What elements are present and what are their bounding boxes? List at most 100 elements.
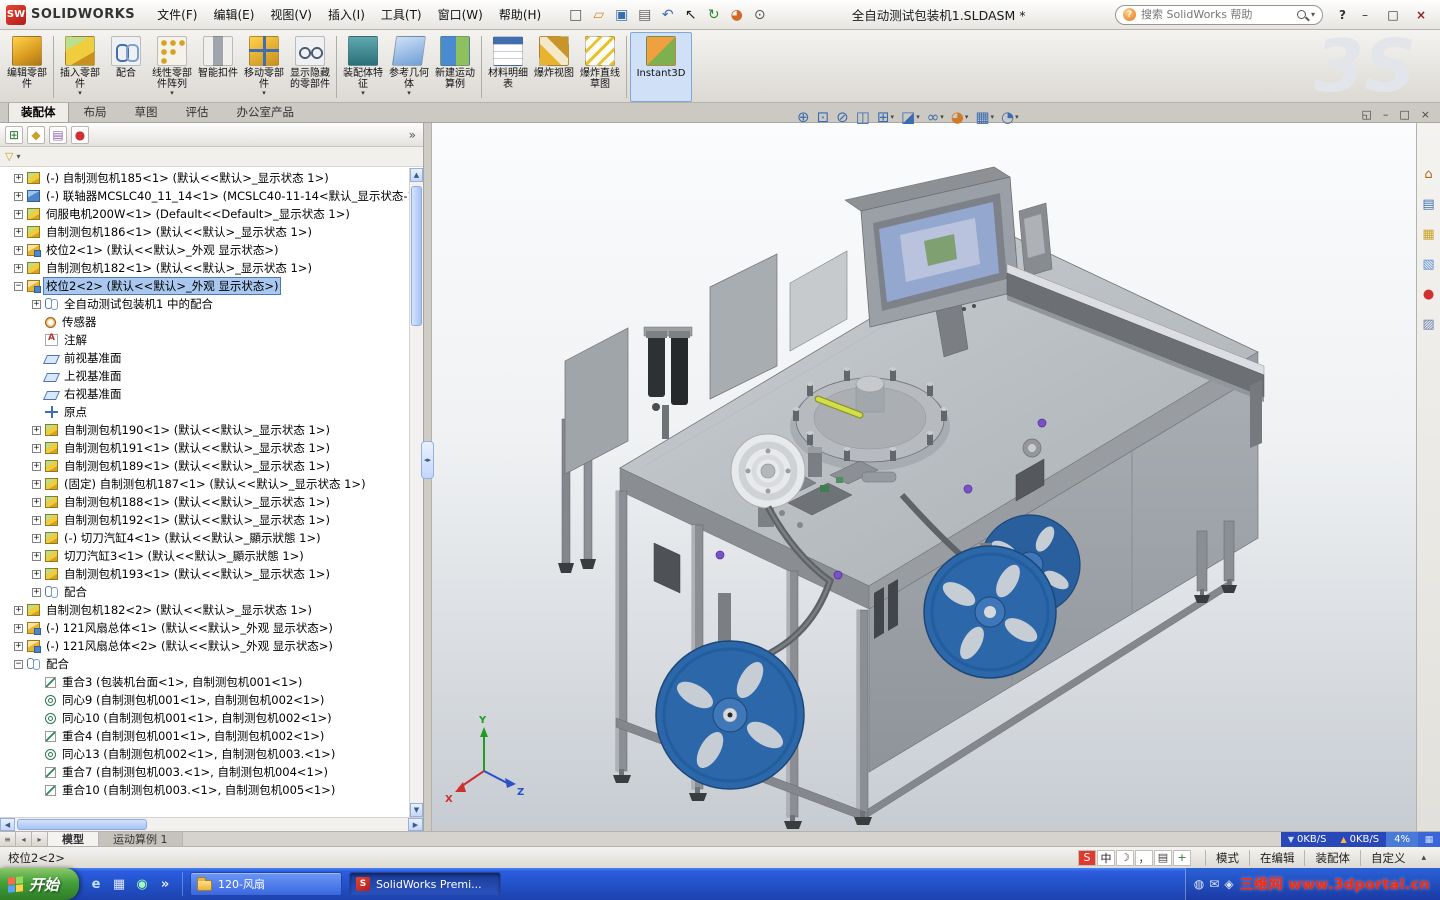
linear-component-pattern-button[interactable]: 线性零部件阵列 ▾ xyxy=(149,32,195,102)
view-palette-icon[interactable]: ▧ xyxy=(1420,255,1438,273)
study-tab-模型[interactable]: 模型 xyxy=(48,832,99,846)
tree-item[interactable]: 上视基准面 xyxy=(2,367,423,385)
scroll-thumb[interactable] xyxy=(17,819,147,830)
tree-item[interactable]: 同心9 (自制测包机001<1>, 自制测包机002<1>) xyxy=(2,691,423,709)
tree-vertical-scrollbar[interactable]: ▲ ▼ xyxy=(409,168,423,817)
apply-scene-icon[interactable]: ▦ ▾ xyxy=(973,108,996,126)
tree-item[interactable]: 前视基准面 xyxy=(2,349,423,367)
appearances-icon[interactable]: ● xyxy=(1420,285,1438,303)
tree-item[interactable]: 同心13 (自制测包机002<1>, 自制测包机003.<1>) xyxy=(2,745,423,763)
expand-toggle-icon[interactable]: + xyxy=(32,515,41,525)
view-split-button[interactable]: ▸ xyxy=(32,832,48,846)
tree-item[interactable]: 重合10 (自制测包机003.<1>, 自制测包机005<1>) xyxy=(2,781,423,799)
splitter-handle-icon[interactable]: ◂▸ xyxy=(421,441,434,479)
save-icon[interactable]: ▣ xyxy=(611,5,632,25)
ime-icon[interactable]: ▤ xyxy=(1153,849,1172,866)
display-style-icon[interactable]: ◪ ▾ xyxy=(899,108,922,126)
show-desktop-icon[interactable]: ▦ xyxy=(110,875,128,893)
tree-item[interactable]: + 自制测包机182<1> (默认<<默认>_显示状态 1>) xyxy=(2,259,423,277)
tree-item[interactable]: 传感器 xyxy=(2,313,423,331)
dropdown-arrow-icon[interactable]: ▾ xyxy=(991,113,995,121)
maximize-button[interactable]: □ xyxy=(1382,6,1404,24)
media-player-icon[interactable]: ◉ xyxy=(133,875,151,893)
custom-properties-icon[interactable]: ▨ xyxy=(1420,315,1438,333)
tree-item[interactable]: 重合3 (包装机台面<1>, 自制测包机001<1>) xyxy=(2,673,423,691)
statusbar-expand-icon[interactable]: ▴ xyxy=(1415,853,1432,863)
undo-icon[interactable]: ↶ xyxy=(657,5,678,25)
dropdown-arrow-icon[interactable]: ▾ xyxy=(916,113,920,121)
new-document-icon[interactable]: □ xyxy=(565,5,586,25)
hide-show-items-icon[interactable]: ∞ ▾ xyxy=(925,108,946,126)
tray-icon[interactable]: ◈ xyxy=(1224,877,1233,891)
search-box[interactable]: ? ▾ xyxy=(1115,4,1324,25)
tree-item[interactable]: + 自制测包机191<1> (默认<<默认>_显示状态 1>) xyxy=(2,439,423,457)
scroll-thumb[interactable] xyxy=(411,186,422,326)
displaymanager-icon[interactable]: ● xyxy=(71,125,89,144)
tree-item[interactable]: + (-) 联轴器MCSLC40_11_14<1> (MCSLC40-11-14<… xyxy=(2,187,423,205)
tree-item[interactable]: + 自制测包机188<1> (默认<<默认>_显示状态 1>) xyxy=(2,493,423,511)
ie-icon[interactable]: e xyxy=(87,875,105,893)
expand-toggle-icon[interactable]: + xyxy=(32,587,41,597)
folder-window-button[interactable]: 120-风扇 xyxy=(190,872,343,896)
restore-doc-button[interactable]: □ xyxy=(1399,108,1409,122)
dropdown-arrow-icon[interactable]: ▾ xyxy=(361,90,365,97)
tree-item[interactable]: + (-) 121风扇总体<1> (默认<<默认>_外观 显示状态>) xyxy=(2,619,423,637)
ribbon-tab-评估[interactable]: 评估 xyxy=(173,101,222,122)
ime-icon[interactable]: 中 xyxy=(1096,849,1115,866)
menu-窗口(W)[interactable]: 窗口(W) xyxy=(430,2,491,27)
start-button[interactable]: 开始 xyxy=(0,868,80,900)
expand-toggle-icon[interactable]: + xyxy=(32,479,41,489)
dropdown-arrow-icon[interactable]: ▾ xyxy=(170,90,174,97)
expand-toggle-icon[interactable]: + xyxy=(32,299,41,309)
mate-button[interactable]: 配合 xyxy=(103,32,149,102)
expand-toggle-icon[interactable]: + xyxy=(32,443,41,453)
featuremanager-tree-icon[interactable]: ⊞ xyxy=(5,125,23,144)
panel-splitter[interactable]: ◂▸ xyxy=(421,123,434,831)
tree-item[interactable]: 重合7 (自制测包机003.<1>, 自制测包机004<1>) xyxy=(2,763,423,781)
close-doc-button[interactable]: × xyxy=(1421,108,1430,122)
tray-icon[interactable]: ◍ xyxy=(1194,877,1204,891)
rebuild-icon[interactable]: ↻ xyxy=(703,5,724,25)
close-button[interactable]: × xyxy=(1410,6,1432,24)
tree-item[interactable]: 注解 xyxy=(2,331,423,349)
search-input[interactable] xyxy=(1141,8,1293,21)
smart-fasteners-button[interactable]: 智能扣件 xyxy=(195,32,241,102)
show-hidden-components-button[interactable]: 显示隐藏的零部件 xyxy=(287,32,333,102)
net-monitor-icon[interactable]: ▦ xyxy=(1418,832,1440,847)
help-button[interactable]: ? xyxy=(1333,8,1352,22)
tree-item[interactable]: 重合4 (自制测包机001<1>, 自制测包机002<1>) xyxy=(2,727,423,745)
air-filter-unit[interactable] xyxy=(643,326,693,439)
propertymanager-icon[interactable]: ◆ xyxy=(27,125,45,144)
dropdown-arrow-icon[interactable]: ▾ xyxy=(262,90,266,97)
insert-component-button[interactable]: 插入零部件 ▾ xyxy=(57,32,103,102)
tree-item[interactable]: + 自制测包机192<1> (默认<<默认>_显示状态 1>) xyxy=(2,511,423,529)
tree-item[interactable]: 右视基准面 xyxy=(2,385,423,403)
minimize-doc-button[interactable]: – xyxy=(1383,108,1389,122)
menu-编辑(E)[interactable]: 编辑(E) xyxy=(205,2,262,27)
tray-icon[interactable]: ✉ xyxy=(1209,877,1219,891)
dropdown-arrow-icon[interactable]: ▾ xyxy=(1015,113,1019,121)
tree-item[interactable]: + 自制测包机193<1> (默认<<默认>_显示状态 1>) xyxy=(2,565,423,583)
assembly-features-button[interactable]: 装配体特征 ▾ xyxy=(340,32,386,102)
tree-item[interactable]: + 切刀汽缸3<1> (默认<<默认>_顯示狀態 1>) xyxy=(2,547,423,565)
edit-color-icon[interactable]: ◕ xyxy=(726,5,747,25)
expand-toggle-icon[interactable]: + xyxy=(32,425,41,435)
tree-item[interactable]: 同心10 (自制测包机001<1>, 自制测包机002<1>) xyxy=(2,709,423,727)
tape-reel-front-left[interactable] xyxy=(655,593,805,790)
reference-geometry-button[interactable]: 参考几何体 ▾ xyxy=(386,32,432,102)
open-document-icon[interactable]: ▱ xyxy=(588,5,609,25)
menu-文件(F)[interactable]: 文件(F) xyxy=(149,2,205,27)
tree-item[interactable]: + (-) 切刀汽缸4<1> (默认<<默认>_顯示狀態 1>) xyxy=(2,529,423,547)
tree-item[interactable]: + 伺服电机200W<1> (Default<<Default>_显示状态 1>) xyxy=(2,205,423,223)
ime-icon[interactable]: ☽ xyxy=(1115,849,1134,866)
pan-icon[interactable]: ⊘ xyxy=(834,108,851,126)
print-icon[interactable]: ▤ xyxy=(634,5,655,25)
view-split-button[interactable]: ≡ xyxy=(0,832,16,846)
edit-appearance-icon[interactable]: ◕ ▾ xyxy=(949,108,971,126)
scroll-up-icon[interactable]: ▲ xyxy=(410,168,423,182)
zoom-fit-icon[interactable]: ⊕ xyxy=(795,108,812,126)
options-icon[interactable]: ⊙ xyxy=(749,5,770,25)
configurationmanager-icon[interactable]: ▤ xyxy=(49,125,67,144)
dropdown-arrow-icon[interactable]: ▾ xyxy=(78,90,82,97)
expand-toggle-icon[interactable]: + xyxy=(14,263,23,273)
